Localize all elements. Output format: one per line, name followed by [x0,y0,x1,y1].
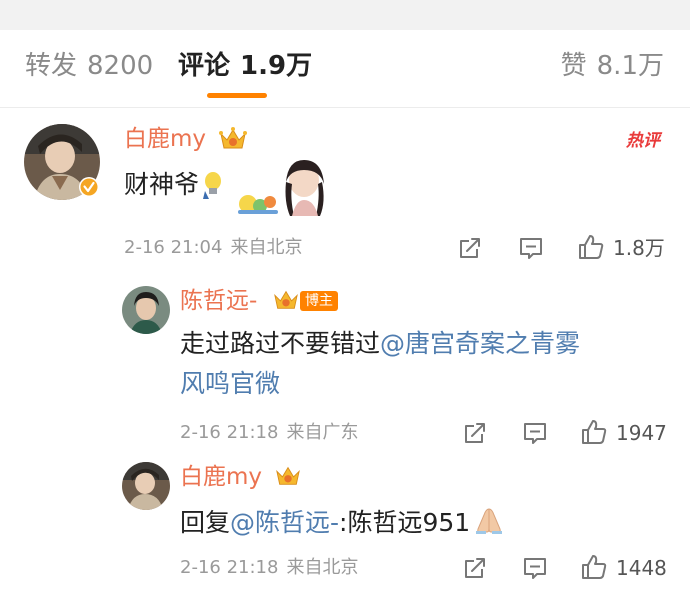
avatar[interactable] [122,462,170,510]
like-count: 1947 [616,421,667,445]
reply-username[interactable]: 陈哲远- [180,287,257,315]
tab-repost-label: 转发 [25,51,78,81]
tab-active-indicator [207,93,267,98]
like-count: 1448 [616,556,667,580]
crown-badge-icon [219,127,247,149]
reply-meta: 2-16 21:18 来自北京 [180,557,358,579]
like-icon[interactable] [580,553,608,581]
reply-username[interactable]: 白鹿my [180,463,262,491]
mention-link-cont[interactable]: 风鸣官微 [180,369,280,398]
tab-like-label: 赞 [560,51,587,81]
reply-text: 回复@陈哲远-:陈哲远951 [180,505,506,540]
comment-time: 2-16 21:04 [124,237,223,258]
comment-location: 来自北京 [230,237,303,258]
comment-icon[interactable] [522,420,548,446]
blogger-tag: 博主 [300,291,338,311]
comment-icon[interactable] [522,555,548,581]
tab-like[interactable]: 赞 8.1万 [561,50,664,82]
comment-text: 财神爷 [124,167,225,203]
reply-text-line2: 风鸣官微 [180,367,280,401]
tab-repost[interactable]: 转发 8200 [25,50,153,82]
like-count: 1.8万 [613,236,665,260]
lightbulb-icon [203,172,222,199]
avatar[interactable] [122,286,170,334]
tab-comment-label: 评论 [178,51,231,81]
reply-meta: 2-16 21:18 来自广东 [180,422,358,444]
reply-text-prefix: 回复 [180,508,231,537]
comment-username[interactable]: 白鹿my [124,125,206,153]
tab-comment-count: 1.9万 [240,51,313,81]
sticker-image[interactable] [234,158,330,216]
tab-like-count: 8.1万 [596,51,664,81]
share-icon[interactable] [462,420,488,446]
comment-icon[interactable] [518,235,544,261]
share-icon[interactable] [457,235,483,261]
tab-repost-count: 8200 [87,51,154,81]
top-band [0,0,690,30]
mention-link[interactable]: @陈哲远- [230,508,339,537]
comment-text-body: 财神爷 [124,170,200,199]
reply-text-prefix: 走过路过不要错过 [180,329,381,358]
hot-comment-badge: 热评 [626,131,660,151]
reply-text: 走过路过不要错过@唐宫奇案之青雾 [180,327,580,361]
comment-meta: 2-16 21:04 来自北京 [124,237,302,259]
reply-location: 来自北京 [286,557,359,578]
praying-hands-icon [476,508,503,534]
reply-text-suffix: :陈哲远951 [339,508,471,537]
reply-time: 2-16 21:18 [180,557,279,578]
share-icon[interactable] [462,555,488,581]
verified-icon [79,177,99,197]
like-icon[interactable] [580,418,608,446]
tab-bar: 转发 8200 评论 1.9万 赞 8.1万 [0,30,690,108]
reply-location: 来自广东 [286,422,359,443]
mention-link[interactable]: @唐宫奇案之青雾 [380,329,580,358]
crown-badge-icon [274,290,298,309]
like-icon[interactable] [577,233,605,261]
reply-time: 2-16 21:18 [180,422,279,443]
tab-comment[interactable]: 评论 1.9万 [178,50,312,82]
crown-badge-icon [276,466,300,485]
